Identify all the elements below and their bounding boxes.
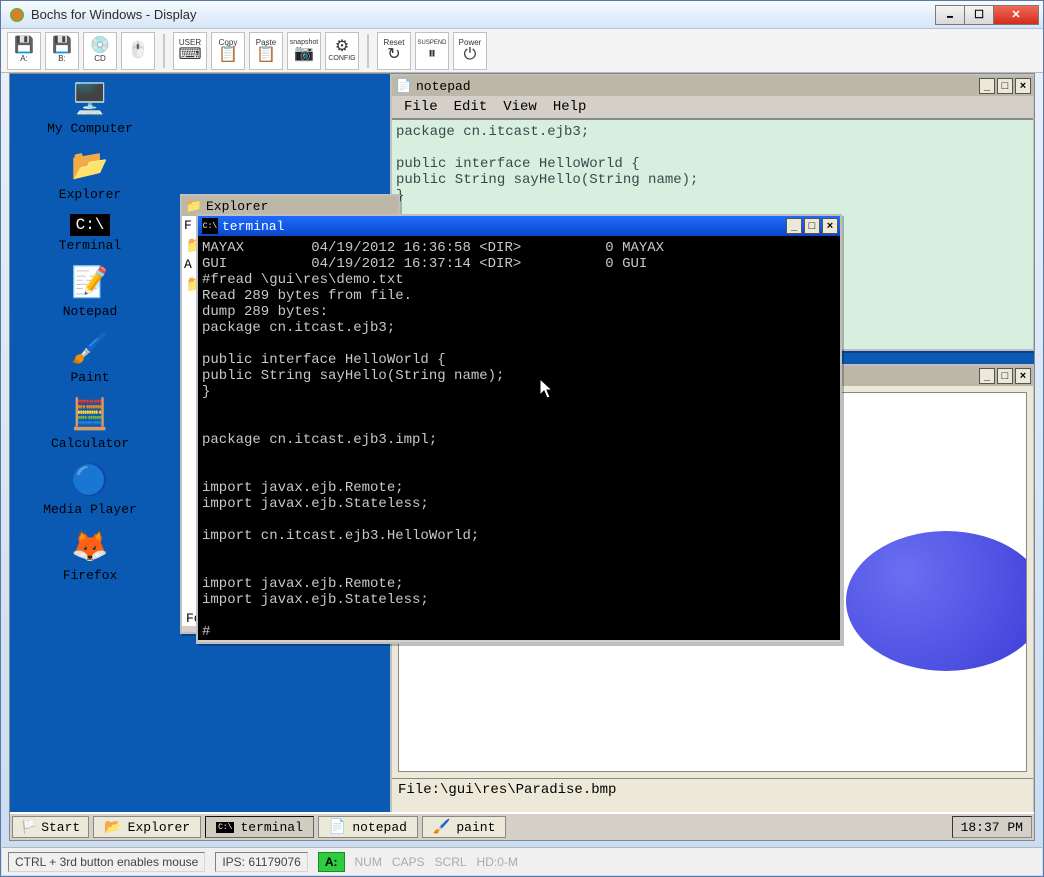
paint-status-bar: File:\gui\res\Paradise.bmp xyxy=(392,778,1033,801)
terminal-output[interactable]: MAYAX 04/19/2012 16:36:58 <DIR> 0 MAYAX … xyxy=(198,236,840,640)
start-icon: 🏳️ xyxy=(21,820,37,835)
explorer-title: Explorer xyxy=(206,199,396,214)
media-player-icon: 🔵 xyxy=(71,463,108,500)
firefox-icon: 🦊 xyxy=(71,529,108,566)
paint-close-button[interactable]: × xyxy=(1015,368,1031,384)
desktop-icon-paint[interactable]: 🖌️Paint xyxy=(20,331,160,385)
taskbar-item-notepad[interactable]: 📄notepad xyxy=(318,816,418,838)
desktop-icon-media-player[interactable]: 🔵Media Player xyxy=(20,463,160,517)
toolbar-floppy-a[interactable]: 💾A: xyxy=(7,32,41,70)
status-caps: CAPS xyxy=(392,855,425,869)
computer-icon: 🖥️ xyxy=(71,82,108,119)
terminal-window[interactable]: C:\ terminal _ □ × MAYAX 04/19/2012 16:3… xyxy=(196,214,842,644)
toolbar-power[interactable]: Power⏻ xyxy=(453,32,487,70)
paint-minimize-button[interactable]: _ xyxy=(979,368,995,384)
desktop-icon-explorer[interactable]: 📂Explorer xyxy=(20,148,160,202)
terminal-title: terminal xyxy=(222,219,784,234)
status-drive-led: A: xyxy=(318,852,345,872)
notepad-menu-bar: File Edit View Help xyxy=(392,96,1033,119)
bochs-window: Bochs for Windows - Display 💾A: 💾B: 💿CD … xyxy=(0,0,1044,877)
status-mouse-hint: CTRL + 3rd button enables mouse xyxy=(8,852,205,872)
taskbar-item-paint[interactable]: 🖌️paint xyxy=(422,816,506,838)
toolbar-user[interactable]: USER⌨ xyxy=(173,32,207,70)
taskbar-item-explorer[interactable]: 📂Explorer xyxy=(93,816,201,838)
notepad-icon: 📝 xyxy=(71,265,108,302)
minimize-button[interactable] xyxy=(935,5,965,25)
paint-image-content xyxy=(846,531,1027,671)
notepad-maximize-button[interactable]: □ xyxy=(997,78,1013,94)
notepad-menu-file[interactable]: File xyxy=(396,98,446,116)
toolbar-cdrom[interactable]: 💿CD xyxy=(83,32,117,70)
terminal-maximize-button[interactable]: □ xyxy=(804,218,820,234)
explorer-titlebar[interactable]: 📁 Explorer xyxy=(182,196,398,216)
bochs-titlebar[interactable]: Bochs for Windows - Display xyxy=(1,1,1043,29)
bochs-toolbar: 💾A: 💾B: 💿CD 🖱️ USER⌨ Copy📋 Paste📋 snapsh… xyxy=(1,29,1043,73)
notepad-icon: 📄 xyxy=(396,78,412,94)
paint-icon: 🖌️ xyxy=(433,819,450,836)
folder-icon: 📂 xyxy=(71,148,108,185)
status-hd: HD:0-M xyxy=(477,855,518,869)
terminal-icon: C:\ xyxy=(216,822,234,833)
folder-icon: 📁 xyxy=(186,198,202,214)
terminal-icon: C:\ xyxy=(70,214,111,236)
desktop-icons: 🖥️My Computer 📂Explorer C:\Terminal 📝Not… xyxy=(20,82,160,583)
desktop-icon-terminal[interactable]: C:\Terminal xyxy=(20,214,160,253)
calculator-icon: 🧮 xyxy=(71,397,108,434)
notepad-title: notepad xyxy=(416,79,977,94)
terminal-icon: C:\ xyxy=(202,218,218,234)
taskbar-item-terminal[interactable]: C:\terminal xyxy=(205,816,314,838)
toolbar-reset[interactable]: Reset↻ xyxy=(377,32,411,70)
taskbar: 🏳️ Start 📂Explorer C:\terminal 📄notepad … xyxy=(10,812,1034,840)
terminal-minimize-button[interactable]: _ xyxy=(786,218,802,234)
folder-icon: 📂 xyxy=(104,819,121,836)
toolbar-config[interactable]: ⚙CONFIG xyxy=(325,32,359,70)
status-num: NUM xyxy=(355,855,382,869)
terminal-titlebar[interactable]: C:\ terminal _ □ × xyxy=(198,216,840,236)
toolbar-copy[interactable]: Copy📋 xyxy=(211,32,245,70)
toolbar-suspend[interactable]: SUSPEND⏸ xyxy=(415,32,449,70)
notepad-menu-edit[interactable]: Edit xyxy=(446,98,496,116)
notepad-titlebar[interactable]: 📄 notepad _ □ × xyxy=(392,76,1033,96)
toolbar-floppy-b[interactable]: 💾B: xyxy=(45,32,79,70)
terminal-close-button[interactable]: × xyxy=(822,218,838,234)
bochs-status-bar: CTRL + 3rd button enables mouse IPS: 611… xyxy=(2,847,1042,875)
start-button[interactable]: 🏳️ Start xyxy=(12,816,89,838)
notepad-icon: 📄 xyxy=(329,819,346,836)
notepad-close-button[interactable]: × xyxy=(1015,78,1031,94)
paint-maximize-button[interactable]: □ xyxy=(997,368,1013,384)
bochs-icon xyxy=(9,7,25,23)
status-ips: IPS: 61179076 xyxy=(215,852,308,872)
maximize-button[interactable] xyxy=(964,5,994,25)
toolbar-snapshot[interactable]: snapshot📷 xyxy=(287,32,321,70)
status-scrl: SCRL xyxy=(435,855,467,869)
notepad-menu-view[interactable]: View xyxy=(495,98,545,116)
desktop-icon-calculator[interactable]: 🧮Calculator xyxy=(20,397,160,451)
notepad-minimize-button[interactable]: _ xyxy=(979,78,995,94)
toolbar-paste[interactable]: Paste📋 xyxy=(249,32,283,70)
toolbar-mouse[interactable]: 🖱️ xyxy=(121,32,155,70)
close-button[interactable] xyxy=(993,5,1039,25)
desktop-icon-my-computer[interactable]: 🖥️My Computer xyxy=(20,82,160,136)
notepad-menu-help[interactable]: Help xyxy=(545,98,595,116)
desktop-icon-firefox[interactable]: 🦊Firefox xyxy=(20,529,160,583)
bochs-title: Bochs for Windows - Display xyxy=(31,7,936,22)
desktop-icon-notepad[interactable]: 📝Notepad xyxy=(20,265,160,319)
paint-icon: 🖌️ xyxy=(71,331,108,368)
taskbar-clock: 18:37 PM xyxy=(952,816,1032,838)
guest-desktop[interactable]: 🖥️My Computer 📂Explorer C:\Terminal 📝Not… xyxy=(9,73,1035,841)
